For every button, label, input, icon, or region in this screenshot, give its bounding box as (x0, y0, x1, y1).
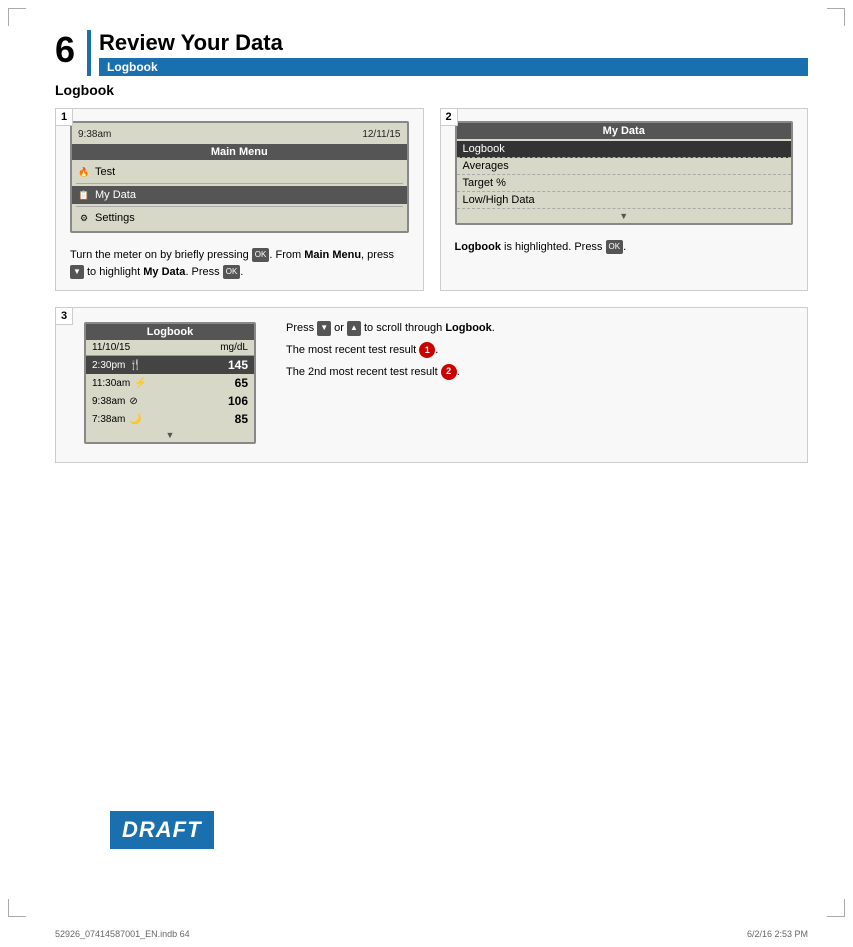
section-title: Logbook (55, 82, 808, 98)
panel-1-caption: Turn the meter on by briefly pressing OK… (56, 241, 423, 290)
screen2-item-target: Target % (457, 175, 792, 192)
screen1-header: 9:38am 12/11/15 (72, 127, 407, 142)
screen3-value-3: 106 (228, 394, 248, 408)
screen3-down-arrow: ▼ (86, 428, 254, 442)
blue-bar (87, 30, 91, 76)
panel-3-screen: Logbook 11/10/15 mg/dL 2:30pm � (84, 322, 256, 444)
subtitle-bar: Logbook (99, 58, 808, 76)
top-panels-row: 1 9:38am 12/11/15 Main Menu 🔥 Test (55, 108, 808, 291)
cancel-icon: ⊘ (129, 396, 137, 407)
screen2-item-averages: Averages (457, 158, 792, 175)
screen3-row-4: 7:38am 🌙 85 (86, 410, 254, 428)
down-btn-3: ▼ (317, 321, 331, 336)
footer-left: 52926_07414587001_EN.indb 64 (55, 929, 190, 939)
panel-3-caption: Press ▼ or ▲ to scroll through Logbook. … (286, 308, 793, 452)
screen3-time-2: 11:30am (92, 378, 130, 389)
screen1-item-mydata: 📋 My Data (72, 186, 407, 204)
screen3-value-4: 85 (235, 412, 248, 426)
divider-2 (76, 206, 403, 207)
screen3-time-3: 9:38am (92, 396, 125, 407)
screen1-mydata-label: My Data (95, 189, 136, 201)
screen1-content: 9:38am 12/11/15 Main Menu 🔥 Test 📋 My Da… (72, 123, 407, 231)
page-footer: 52926_07414587001_EN.indb 64 6/2/16 2:53… (55, 929, 808, 939)
screen2-item-logbook: Logbook (457, 141, 792, 158)
fork-icon: 🍴 (129, 360, 141, 371)
screen3-unit: mg/dL (220, 342, 248, 353)
screen1-test-label: Test (95, 166, 115, 178)
panel-1-number: 1 (55, 108, 73, 126)
down-btn-1: ▼ (70, 265, 84, 279)
logbook-bold-2: Logbook (445, 322, 491, 334)
panel-2: 2 My Data Logbook Averages Target % Low/… (440, 108, 809, 291)
screen3-value-1: 145 (228, 358, 248, 372)
screen3-date: 11/10/15 (92, 342, 130, 353)
screen1-settings-label: Settings (95, 212, 135, 224)
chapter-number: 6 (55, 30, 75, 76)
doc-icon: 📋 (78, 189, 90, 201)
panel-3-number: 3 (55, 307, 73, 325)
panel-3-screen-area: Logbook 11/10/15 mg/dL 2:30pm � (70, 308, 270, 452)
caption-line-3: The 2nd most recent test result 2. (286, 364, 793, 382)
ok-btn-1: OK (252, 248, 270, 262)
lightning-icon: ⚡ (134, 378, 146, 389)
caption-line-2: The most recent test result 1. (286, 342, 793, 360)
corner-mark-bl (8, 899, 26, 917)
screen3-title: Logbook (86, 324, 254, 340)
screen3-row-2: 11:30am ⚡ 65 (86, 374, 254, 392)
screen2-title: My Data (457, 123, 792, 139)
moon-icon: 🌙 (129, 414, 141, 425)
page: 6 Review Your Data Logbook Logbook 1 9:3… (0, 0, 853, 947)
screen3-row-container-1: 2:30pm 🍴 145 1 (86, 356, 254, 374)
corner-mark-tl (8, 8, 26, 26)
panel-3: 3 Logbook 11/10/15 mg/dL (55, 307, 808, 463)
inline-badge-1: 1 (419, 342, 435, 358)
main-content: 6 Review Your Data Logbook Logbook 1 9:3… (55, 30, 808, 897)
panel-2-number: 2 (440, 108, 458, 126)
divider-1 (76, 183, 403, 184)
screen3-row-1-left: 2:30pm 🍴 (92, 360, 142, 371)
screen1-date: 12/11/15 (362, 129, 400, 140)
screen1-time: 9:38am (78, 129, 111, 140)
caption-line-1: Press ▼ or ▲ to scroll through Logbook. (286, 320, 793, 338)
header-area: 6 Review Your Data Logbook (55, 30, 808, 76)
screen3-value-2: 65 (235, 376, 248, 390)
screen2-content: My Data Logbook Averages Target % Low/Hi… (457, 123, 792, 223)
logbook-bold: Logbook (455, 241, 501, 253)
flame-icon: 🔥 (78, 166, 90, 178)
header-text-block: Review Your Data Logbook (99, 30, 808, 76)
screen3-row-3: 9:38am ⊘ 106 (86, 392, 254, 410)
panel-2-caption: Logbook is highlighted. Press OK. (441, 233, 808, 266)
screen2-down-arrow: ▼ (457, 209, 792, 223)
main-menu-bold: Main Menu (304, 249, 361, 261)
screen3-time-4: 7:38am (92, 414, 125, 425)
mydata-bold: My Data (143, 266, 185, 278)
panel-1: 1 9:38am 12/11/15 Main Menu 🔥 Test (55, 108, 424, 291)
screen2-item-lowhigh: Low/High Data (457, 192, 792, 209)
draft-stamp: DRAFT (110, 811, 214, 849)
screen3-sub-header: 11/10/15 mg/dL (86, 340, 254, 356)
screen1-item-test: 🔥 Test (72, 163, 407, 181)
inline-badge-2: 2 (441, 364, 457, 380)
panel-2-screen: My Data Logbook Averages Target % Low/Hi… (455, 121, 794, 225)
ok-btn-3: OK (606, 240, 624, 254)
screen3-time-1: 2:30pm (92, 360, 125, 371)
screen3-row-2-left: 11:30am ⚡ (92, 378, 147, 389)
screen3-content: Logbook 11/10/15 mg/dL 2:30pm � (86, 324, 254, 442)
screen1-title: Main Menu (72, 144, 407, 160)
gear-icon-s1: ⚙ (78, 212, 90, 224)
screen1-item-settings: ⚙ Settings (72, 209, 407, 227)
screen3-row-4-left: 7:38am 🌙 (92, 414, 142, 425)
screen3-row-container-2: 11:30am ⚡ 65 2 (86, 374, 254, 392)
screen3-row-1: 2:30pm 🍴 145 (86, 356, 254, 374)
corner-mark-tr (827, 8, 845, 26)
corner-mark-br (827, 899, 845, 917)
panel-1-screen: 9:38am 12/11/15 Main Menu 🔥 Test 📋 My Da… (70, 121, 409, 233)
ok-btn-2: OK (223, 265, 241, 279)
screen3-row-3-left: 9:38am ⊘ (92, 396, 138, 407)
page-title: Review Your Data (99, 30, 808, 56)
panel-3-inner: Logbook 11/10/15 mg/dL 2:30pm � (56, 308, 807, 452)
footer-right: 6/2/16 2:53 PM (747, 929, 808, 939)
up-btn-3: ▲ (347, 321, 361, 336)
